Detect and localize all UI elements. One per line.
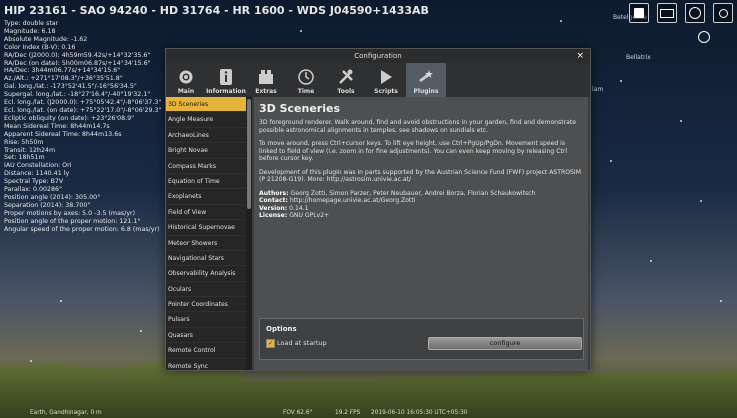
authors-label: Authors: [259, 189, 289, 197]
plugin-list-item[interactable]: Observability Analysis [166, 266, 246, 282]
config-tabs: Main Information Extras Time Tools Scrip… [166, 63, 590, 97]
plugin-list-item[interactable]: Pulsars [166, 312, 246, 328]
tab-extras[interactable]: Extras [246, 63, 286, 97]
version-label: Version: [259, 204, 288, 212]
plugins-icon [417, 68, 435, 86]
extras-icon [257, 68, 275, 86]
tab-main-label: Main [177, 88, 195, 95]
plugin-list-item[interactable]: 3D Sceneries [166, 97, 246, 113]
tab-tools[interactable]: Tools [326, 63, 366, 97]
plugin-list: 3D Sceneries Angle Measure ArchaeoLines Bri… [166, 97, 246, 370]
plugin-meta: Authors: Georg Zotti, Simon Parzer, Pete… [259, 190, 583, 220]
clock-icon [297, 68, 315, 86]
tab-scripts-label: Scripts [374, 88, 398, 95]
version-value: 0.14.1 [289, 204, 309, 212]
plugin-list-item[interactable]: Historical Supernovae [166, 220, 246, 236]
quit-button[interactable] [713, 3, 733, 23]
scroll-thumb[interactable] [247, 99, 251, 209]
object-info-line: Type: double star [4, 20, 59, 27]
authors-value: Georg Zotti, Simon Parzer, Peter Neubaue… [290, 189, 536, 197]
plugin-list-item[interactable]: Quasars [166, 328, 246, 344]
options-group: Options ✓ Load at startup configure [259, 318, 584, 360]
object-info-line: Magnitude: 6.18 [4, 27, 56, 35]
tab-main[interactable]: Main [166, 63, 206, 97]
tab-scripts[interactable]: Scripts [366, 63, 406, 97]
plugin-list-item[interactable]: Meteor Showers [166, 236, 246, 251]
night-mode-button[interactable] [685, 3, 705, 23]
dialog-titlebar[interactable]: Configuration × [166, 49, 590, 63]
tab-extras-label: Extras [255, 88, 277, 95]
sky-label-bellatrix: Bellatrix [626, 54, 651, 61]
dialog-title: Configuration [354, 52, 402, 60]
plugin-list-item[interactable]: Remote Sync [166, 359, 246, 370]
plugin-description: 3D foreground renderer. Walk around, fin… [259, 119, 576, 134]
crosshair-icon [698, 31, 710, 43]
close-button[interactable]: × [576, 49, 584, 63]
plugin-list-item[interactable]: Bright Novae [166, 143, 246, 159]
object-title: HIP 23161 - SAO 94240 - HD 31764 - HR 16… [4, 4, 429, 17]
target-icon [689, 7, 701, 19]
configure-button[interactable]: configure [428, 337, 582, 350]
plugin-funding: Development of this plugin was in parts … [259, 168, 581, 184]
plugin-list-item[interactable]: Angle Measure [166, 112, 246, 128]
plugin-list-item[interactable]: Pointer Coordinates [166, 297, 246, 313]
window-mode-button[interactable] [657, 3, 677, 23]
plugin-list-item[interactable]: Exoplanets [166, 189, 246, 205]
play-icon [377, 68, 395, 86]
plugin-list-item[interactable]: Oculars [166, 282, 246, 298]
status-bar: Earth, Gandhinagar, 0 m FOV 62.6° 19.2 F… [0, 408, 737, 418]
tools-icon [337, 68, 355, 86]
plugin-list-item[interactable]: ArchaeoLines [166, 128, 246, 144]
fullscreen-button[interactable] [629, 3, 649, 23]
square-icon [634, 8, 644, 18]
tab-plugins[interactable]: Plugins [406, 63, 446, 97]
plugin-list-item[interactable]: Equation of Time [166, 174, 246, 190]
load-at-startup-checkbox[interactable]: ✓ [266, 339, 275, 348]
top-right-toolbar [629, 3, 733, 23]
plugin-details: 3D Sceneries 3D foreground renderer. Wal… [254, 97, 588, 370]
tab-tools-label: Tools [337, 88, 355, 95]
contact-label: Contact: [259, 197, 288, 204]
gear-icon [177, 68, 195, 86]
object-info-line: Absolute Magnitude: -1.62 [4, 35, 88, 43]
tab-time[interactable]: Time [286, 63, 326, 97]
plugin-usage: To move around, press Ctrl+cursor keys. … [259, 140, 568, 162]
options-label: Options [266, 325, 297, 333]
status-location: Earth, Gandhinagar, 0 m [30, 410, 102, 416]
plugin-list-item[interactable]: Compass Marks [166, 159, 246, 174]
license-label: License: [259, 212, 288, 219]
plugin-list-item[interactable]: Navigational Stars [166, 251, 246, 267]
status-fps: 19.2 FPS [335, 410, 361, 416]
configuration-dialog: Configuration × Main Information Extras [165, 48, 591, 371]
status-fov: FOV 62.6° [283, 410, 313, 416]
tab-plugins-label: Plugins [413, 88, 439, 95]
plugin-list-item[interactable]: Field of View [166, 205, 246, 221]
window-icon [660, 8, 674, 18]
plugin-title: 3D Sceneries [259, 102, 341, 115]
license-value: GNU GPLv2+ [289, 212, 330, 219]
tab-information[interactable]: Information [206, 63, 246, 97]
status-datetime: 2019-06-10 16:05:30 UTC+05:30 [371, 410, 468, 416]
contact-link[interactable]: http://homepage.univie.ac.at/Georg.Zotti [290, 197, 415, 204]
power-icon [718, 8, 728, 18]
sky-label-lam: lam [592, 86, 604, 93]
plugin-list-item[interactable]: Remote Control [166, 343, 246, 359]
tab-time-label: Time [297, 88, 315, 95]
info-icon [217, 68, 235, 86]
load-at-startup-label[interactable]: Load at startup [277, 339, 327, 347]
tab-information-label: Information [206, 88, 246, 95]
plugin-list-scrollbar[interactable] [246, 97, 252, 370]
